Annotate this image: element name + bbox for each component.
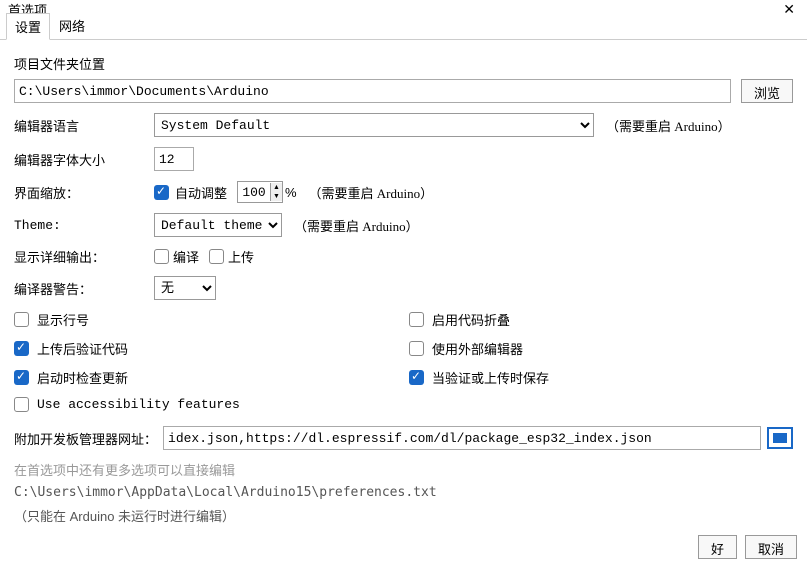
editor-language-label: 编辑器语言: [14, 116, 154, 135]
scale-spinner[interactable]: ▲ ▼: [237, 181, 283, 203]
spin-down-icon[interactable]: ▼: [271, 192, 282, 201]
external-editor-label: 使用外部编辑器: [432, 339, 523, 358]
font-size-label: 编辑器字体大小: [14, 150, 154, 169]
sketchbook-path-input[interactable]: [14, 79, 731, 103]
restart-note: （需要重启 Arduino）: [309, 183, 434, 202]
accessibility-label: Use accessibility features: [37, 397, 240, 412]
spin-up-icon[interactable]: ▲: [271, 183, 282, 192]
theme-select[interactable]: Default theme: [154, 213, 282, 237]
restart-note: （需要重启 Arduino）: [294, 216, 419, 235]
verify-upload-label: 上传后验证代码: [37, 339, 128, 358]
more-options-note: 在首选项中还有更多选项可以直接编辑: [14, 460, 793, 479]
restart-note: （需要重启 Arduino）: [606, 116, 731, 135]
editor-language-select[interactable]: System Default: [154, 113, 594, 137]
expand-urls-icon[interactable]: [767, 427, 793, 449]
code-folding-checkbox[interactable]: [409, 312, 424, 327]
sketchbook-label: 项目文件夹位置: [14, 54, 793, 73]
check-updates-checkbox[interactable]: [14, 370, 29, 385]
verify-upload-checkbox[interactable]: [14, 341, 29, 356]
font-size-input[interactable]: [154, 147, 194, 171]
verbose-compile-label: 编译: [173, 247, 199, 266]
save-verify-checkbox[interactable]: [409, 370, 424, 385]
warnings-select[interactable]: 无: [154, 276, 216, 300]
ok-button[interactable]: 好: [698, 535, 737, 559]
verbose-label: 显示详细输出：: [14, 247, 154, 266]
code-folding-label: 启用代码折叠: [432, 310, 510, 329]
prefs-path[interactable]: C:\Users\immor\AppData\Local\Arduino15\p…: [14, 485, 793, 500]
interface-scale-label: 界面缩放：: [14, 183, 154, 202]
cancel-button[interactable]: 取消: [745, 535, 797, 559]
board-urls-input[interactable]: [163, 426, 761, 450]
edit-note: （只能在 Arduino 未运行时进行编辑）: [14, 506, 793, 525]
board-urls-label: 附加开发板管理器网址：: [14, 429, 157, 448]
accessibility-checkbox[interactable]: [14, 397, 29, 412]
verbose-compile-checkbox[interactable]: [154, 249, 169, 264]
warnings-label: 编译器警告：: [14, 279, 154, 298]
browse-button[interactable]: 浏览: [741, 79, 793, 103]
verbose-upload-label: 上传: [228, 247, 254, 266]
percent-label: %: [285, 185, 297, 200]
auto-scale-checkbox[interactable]: [154, 185, 169, 200]
close-icon[interactable]: ✕: [779, 1, 799, 18]
tab-settings[interactable]: 设置: [6, 13, 50, 40]
show-line-numbers-label: 显示行号: [37, 310, 89, 329]
check-updates-label: 启动时检查更新: [37, 368, 128, 387]
show-line-numbers-checkbox[interactable]: [14, 312, 29, 327]
auto-scale-label: 自动调整: [175, 183, 227, 202]
tab-network[interactable]: 网络: [50, 12, 94, 39]
theme-label: Theme:: [14, 218, 154, 233]
scale-value-input[interactable]: [238, 182, 270, 202]
external-editor-checkbox[interactable]: [409, 341, 424, 356]
verbose-upload-checkbox[interactable]: [209, 249, 224, 264]
save-verify-label: 当验证或上传时保存: [432, 368, 549, 387]
